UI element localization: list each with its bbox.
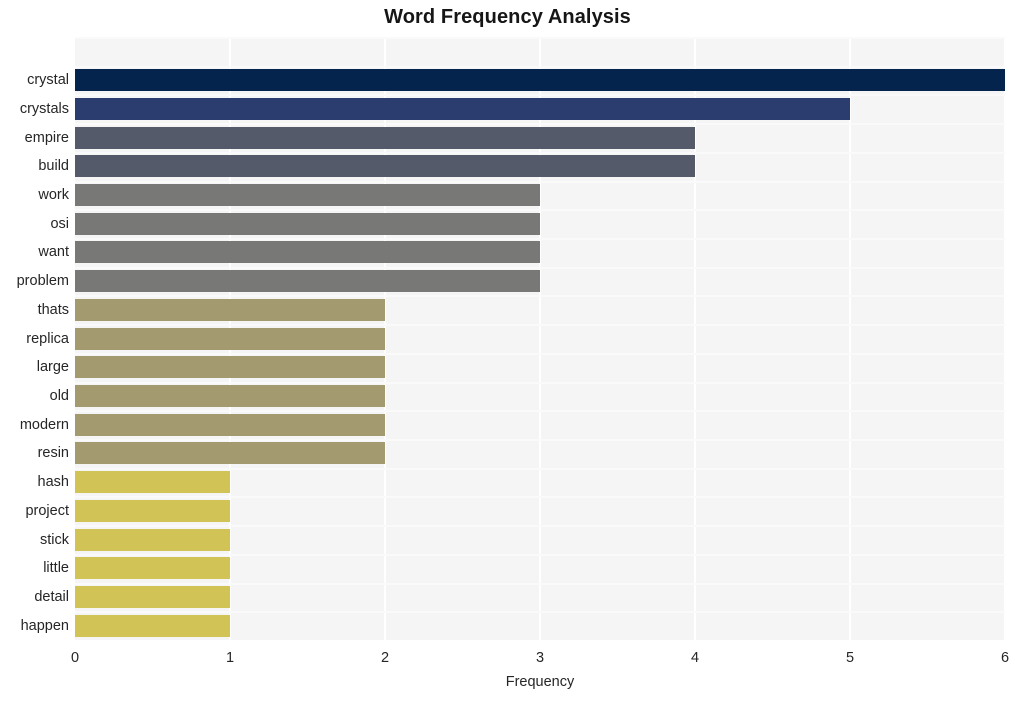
bar-row xyxy=(75,615,1005,637)
bar-want xyxy=(75,241,540,263)
y-tick-label-thats: thats xyxy=(37,302,69,318)
y-tick-label-project: project xyxy=(25,503,69,519)
y-tick-label-crystals: crystals xyxy=(19,101,69,117)
bar-problem xyxy=(75,270,540,292)
y-tick-label-want: want xyxy=(38,244,69,260)
x-tick-label-5: 5 xyxy=(845,650,855,666)
horizontal-gridline xyxy=(75,267,1005,269)
y-tick-label-replica: replica xyxy=(26,331,69,347)
bar-row xyxy=(75,69,1005,91)
bar-resin xyxy=(75,442,385,464)
word-frequency-bar-chart: Word Frequency Analysis crystal crystals e… xyxy=(0,0,1015,701)
horizontal-gridline xyxy=(75,66,1005,68)
bar-row xyxy=(75,98,1005,120)
bar-little xyxy=(75,557,230,579)
bar-row xyxy=(75,356,1005,378)
y-tick-label-problem: problem xyxy=(16,273,69,289)
y-tick-label-crystal: crystal xyxy=(27,72,69,88)
horizontal-gridline xyxy=(75,295,1005,297)
bar-row xyxy=(75,529,1005,551)
bar-row xyxy=(75,184,1005,206)
horizontal-gridline xyxy=(75,468,1005,470)
bar-crystals xyxy=(75,98,850,120)
bar-row xyxy=(75,471,1005,493)
horizontal-gridline xyxy=(75,152,1005,154)
bar-row xyxy=(75,241,1005,263)
bar-project xyxy=(75,500,230,522)
horizontal-gridline xyxy=(75,554,1005,556)
bar-empire xyxy=(75,127,695,149)
bar-modern xyxy=(75,414,385,436)
x-tick-label-3: 3 xyxy=(535,650,545,666)
horizontal-gridline xyxy=(75,238,1005,240)
x-axis-label: Frequency xyxy=(505,674,575,690)
y-tick-label-build: build xyxy=(38,158,69,174)
y-tick-label-hash: hash xyxy=(37,474,69,490)
bar-crystal xyxy=(75,69,1005,91)
horizontal-gridline xyxy=(75,439,1005,441)
horizontal-gridline xyxy=(75,181,1005,183)
y-tick-label-old: old xyxy=(49,388,69,404)
horizontal-gridline xyxy=(75,583,1005,585)
bar-row xyxy=(75,299,1005,321)
bar-large xyxy=(75,356,385,378)
bar-detail xyxy=(75,586,230,608)
y-tick-label-modern: modern xyxy=(19,417,69,433)
y-tick-label-little: little xyxy=(43,560,69,576)
x-axis: 0 1 2 3 4 5 6 xyxy=(71,640,1009,670)
bar-row xyxy=(75,127,1005,149)
bar-thats xyxy=(75,299,385,321)
bar-row xyxy=(75,155,1005,177)
horizontal-gridline xyxy=(75,496,1005,498)
bar-row xyxy=(75,586,1005,608)
bar-build xyxy=(75,155,695,177)
horizontal-gridline xyxy=(75,525,1005,527)
y-tick-label-stick: stick xyxy=(40,532,69,548)
horizontal-gridline xyxy=(75,209,1005,211)
horizontal-gridline xyxy=(75,123,1005,125)
chart-title: Word Frequency Analysis xyxy=(384,6,631,28)
bar-row xyxy=(75,442,1005,464)
bar-row xyxy=(75,500,1005,522)
x-tick-label-2: 2 xyxy=(380,650,390,666)
y-tick-label-osi: osi xyxy=(50,216,69,232)
x-tick-label-4: 4 xyxy=(690,650,700,666)
horizontal-gridline xyxy=(75,324,1005,326)
horizontal-gridline xyxy=(75,353,1005,355)
bar-happen xyxy=(75,615,230,637)
bar-stick xyxy=(75,529,230,551)
bar-row xyxy=(75,414,1005,436)
bar-row xyxy=(75,328,1005,350)
bar-row xyxy=(75,270,1005,292)
bar-row xyxy=(75,557,1005,579)
plot-area xyxy=(75,37,1006,640)
y-tick-label-empire: empire xyxy=(24,130,69,146)
y-tick-label-detail: detail xyxy=(34,589,69,605)
horizontal-gridline xyxy=(75,382,1005,384)
horizontal-gridline xyxy=(75,410,1005,412)
x-tick-label-0: 0 xyxy=(70,650,80,666)
horizontal-gridline xyxy=(75,611,1005,613)
bar-work xyxy=(75,184,540,206)
bar-row xyxy=(75,385,1005,407)
bar-hash xyxy=(75,471,230,493)
horizontal-gridline xyxy=(75,94,1005,96)
bar-row xyxy=(75,213,1005,235)
x-tick-label-6: 6 xyxy=(1000,650,1010,666)
y-tick-label-large: large xyxy=(36,359,69,375)
y-axis: crystal crystals empire build work osi want pro… xyxy=(0,37,69,640)
y-tick-label-happen: happen xyxy=(20,618,69,634)
horizontal-gridline xyxy=(75,37,1005,39)
bar-replica xyxy=(75,328,385,350)
bar-old xyxy=(75,385,385,407)
bar-osi xyxy=(75,213,540,235)
y-tick-label-resin: resin xyxy=(37,445,69,461)
y-tick-label-work: work xyxy=(38,187,69,203)
x-tick-label-1: 1 xyxy=(225,650,235,666)
